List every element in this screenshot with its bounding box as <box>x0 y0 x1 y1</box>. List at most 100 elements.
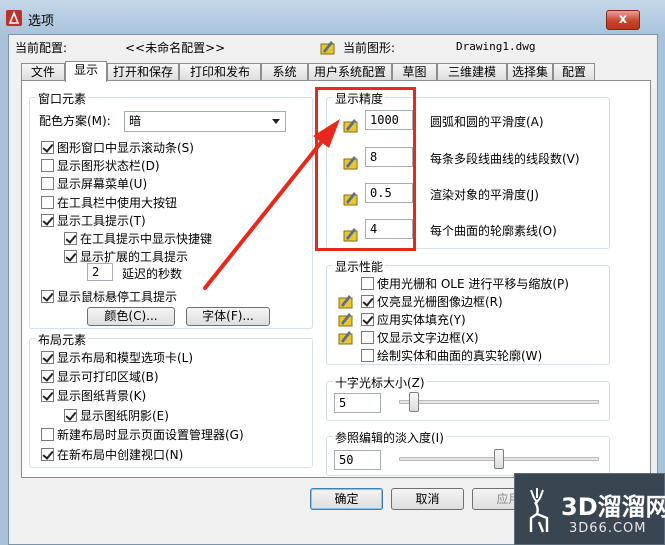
arc-smoothness-label: 圆弧和圆的平滑度(A) <box>430 115 544 129</box>
drawing-setting-icon <box>338 295 353 309</box>
checkbox[interactable] <box>41 159 54 172</box>
option-text-frame[interactable]: 仅显示文字边框(X) <box>361 329 479 346</box>
colors-button[interactable]: 颜色(C)... <box>87 307 175 326</box>
option-label: 仅显示文字边框(X) <box>377 331 479 345</box>
option-raster-frame[interactable]: 仅亮显光栅图像边框(R) <box>361 293 503 310</box>
contour-lines-label: 每个曲面的轮廓素线(O) <box>430 224 557 238</box>
profile-label: 当前配置: <box>15 41 68 55</box>
tab-profiles[interactable]: 配置 <box>553 63 595 81</box>
checkbox[interactable] <box>361 295 374 308</box>
checkbox[interactable] <box>64 232 77 245</box>
tab-3d-modeling[interactable]: 三维建模 <box>437 63 507 81</box>
option-large-buttons[interactable]: 在工具栏中使用大按钮 <box>41 194 177 211</box>
option-tooltip-shortcuts[interactable]: 在工具提示中显示快捷键 <box>64 230 212 247</box>
tab-system[interactable]: 系统 <box>261 63 308 81</box>
checkbox[interactable] <box>41 448 54 461</box>
checkbox[interactable] <box>361 277 374 290</box>
option-page-setup-manager[interactable]: 新建布局时显示页面设置管理器(G) <box>41 426 244 443</box>
tab-open-save[interactable]: 打开和保存 <box>107 63 179 81</box>
option-solid-fill[interactable]: 应用实体填充(Y) <box>361 311 466 328</box>
option-label: 显示图纸阴影(E) <box>80 409 169 423</box>
checkbox[interactable] <box>41 214 54 227</box>
option-scrollbars[interactable]: 图形窗口中显示滚动条(S) <box>41 139 194 156</box>
layout-elements-group: 布局元素 显示布局和模型选项卡(L) 显示可打印区域(B) 显示图纸背景(K) … <box>29 331 313 468</box>
checkbox[interactable] <box>41 351 54 364</box>
polyline-segments-label: 每条多段线曲线的线段数(V) <box>430 152 580 166</box>
watermark-brand: 3D溜溜网 <box>561 493 665 521</box>
option-status-bar[interactable]: 显示图形状态栏(D) <box>41 157 160 174</box>
display-performance-title: 显示性能 <box>333 258 386 275</box>
option-layout-tabs[interactable]: 显示布局和模型选项卡(L) <box>41 349 193 366</box>
tab-selection[interactable]: 选择集 <box>507 63 553 81</box>
crosshair-size-title: 十字光标大小(Z) <box>333 374 427 391</box>
option-label: 显示图形状态栏(D) <box>57 159 160 173</box>
xref-fade-input[interactable]: 50 <box>334 450 381 470</box>
option-printable-area[interactable]: 显示可打印区域(B) <box>41 368 159 385</box>
display-performance-group: 显示性能 使用光栅和 OLE 进行平移与缩放(P) 仅亮显光栅图像边框(R) 应… <box>326 258 610 365</box>
crosshair-size-group: 十字光标大小(Z) 5 <box>326 374 610 421</box>
site-watermark: 3D溜溜网 3D66.COM <box>514 473 665 545</box>
option-tooltips[interactable]: 显示工具提示(T) <box>41 212 146 229</box>
option-label: 在工具提示中显示快捷键 <box>80 232 213 246</box>
tooltip-delay-label: 延迟的秒数 <box>122 267 183 281</box>
watermark-url: 3D66.COM <box>569 521 647 536</box>
option-paper-background[interactable]: 显示图纸背景(K) <box>41 387 146 404</box>
checkbox[interactable] <box>41 389 54 402</box>
close-button[interactable]: x <box>606 10 640 30</box>
checkbox[interactable] <box>64 409 77 422</box>
option-label: 新建布局时显示页面设置管理器(G) <box>57 428 244 442</box>
drawing-value: Drawing1.dwg <box>456 40 536 53</box>
option-extended-tooltips[interactable]: 显示扩展的工具提示 <box>64 248 188 265</box>
cancel-button[interactable]: 取消 <box>391 488 464 510</box>
option-label: 使用光栅和 OLE 进行平移与缩放(P) <box>377 277 569 291</box>
option-label: 图形窗口中显示滚动条(S) <box>57 141 194 155</box>
checkbox[interactable] <box>41 196 54 209</box>
tab-files[interactable]: 文件 <box>21 63 65 81</box>
highlight-box <box>315 87 416 251</box>
checkbox[interactable] <box>361 331 374 344</box>
checkbox[interactable] <box>41 428 54 441</box>
option-rollover-tooltips[interactable]: 显示鼠标悬停工具提示 <box>41 288 177 305</box>
checkbox[interactable] <box>41 370 54 383</box>
title-bar[interactable]: 选项 x <box>0 0 665 34</box>
checkbox[interactable] <box>361 349 374 362</box>
checkbox[interactable] <box>361 313 374 326</box>
profile-value: <<未命名配置>> <box>125 41 226 55</box>
option-create-viewport[interactable]: 在新布局中创建视口(N) <box>41 446 183 463</box>
tooltip-delay-input[interactable]: 2 <box>87 263 113 281</box>
option-paper-shadow[interactable]: 显示图纸阴影(E) <box>64 407 169 424</box>
chevron-down-icon <box>272 119 280 124</box>
option-label: 显示可打印区域(B) <box>57 370 159 384</box>
deer-logo-icon <box>529 488 549 533</box>
option-label: 显示布局和模型选项卡(L) <box>57 351 194 365</box>
checkbox[interactable] <box>64 250 77 263</box>
crosshair-size-slider[interactable] <box>399 400 599 404</box>
window-elements-group: 窗口元素 配色方案(M): 暗 图形窗口中显示滚动条(S) 显示图形状态栏(D)… <box>29 90 313 329</box>
ok-button[interactable]: 确定 <box>310 488 383 510</box>
option-raster-ole-pan[interactable]: 使用光栅和 OLE 进行平移与缩放(P) <box>361 275 569 292</box>
checkbox[interactable] <box>41 141 54 154</box>
crosshair-size-slider-thumb[interactable] <box>408 392 419 412</box>
tab-plot-publish[interactable]: 打印和发布 <box>179 63 261 81</box>
checkbox[interactable] <box>41 290 54 303</box>
window-title: 选项 <box>28 14 55 29</box>
option-true-silhouettes[interactable]: 绘制实体和曲面的真实轮廓(W) <box>361 347 542 364</box>
color-scheme-dropdown[interactable]: 暗 <box>124 111 286 132</box>
option-label: 显示扩展的工具提示 <box>80 250 189 264</box>
xref-fade-title: 参照编辑的淡入度(I) <box>333 429 446 446</box>
fonts-button[interactable]: 字体(F)... <box>186 307 270 326</box>
xref-fade-slider-thumb[interactable] <box>494 449 504 469</box>
option-label: 显示鼠标悬停工具提示 <box>57 290 178 304</box>
window-elements-title: 窗口元素 <box>36 90 89 107</box>
tab-display[interactable]: 显示 <box>65 61 107 82</box>
options-dialog: 选项 x 当前配置: <<未命名配置>> 当前图形: Drawing1.dwg … <box>0 0 665 545</box>
crosshair-size-input[interactable]: 5 <box>334 393 381 413</box>
autocad-app-icon <box>6 10 22 26</box>
option-screen-menu[interactable]: 显示屏幕菜单(U) <box>41 175 147 192</box>
checkbox[interactable] <box>41 177 54 190</box>
option-label: 应用实体填充(Y) <box>377 313 466 327</box>
option-label: 显示图纸背景(K) <box>57 389 147 403</box>
option-label: 显示工具提示(T) <box>57 214 146 228</box>
tab-user-preferences[interactable]: 用户系统配置 <box>308 63 392 81</box>
tab-drafting[interactable]: 草图 <box>392 63 437 81</box>
